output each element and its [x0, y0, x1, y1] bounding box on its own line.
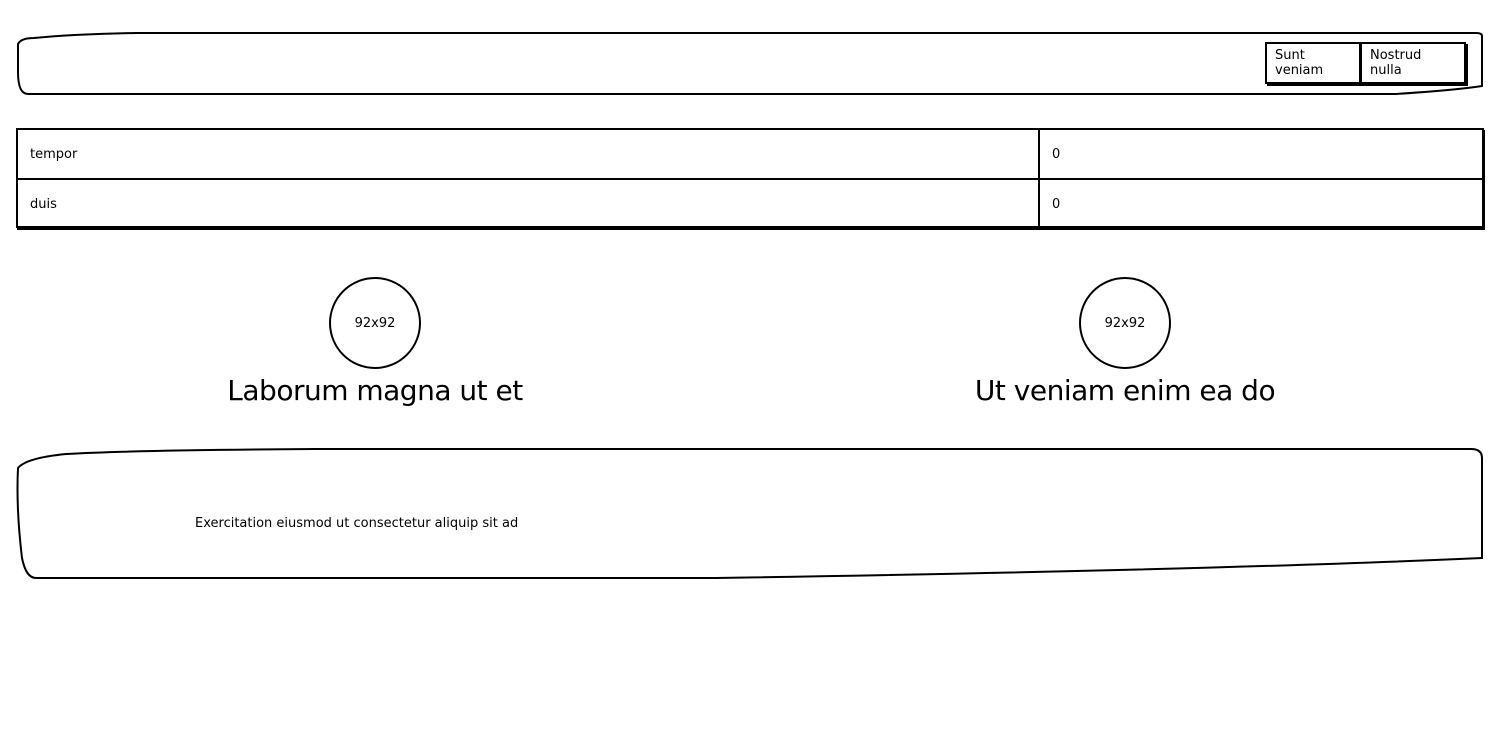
image-placeholder-label: 92x92 [354, 315, 396, 331]
feature-card: 92x92 Ut veniam enim ea do [925, 277, 1325, 411]
footer-panel: Exercitation eiusmod ut consectetur aliq… [16, 448, 1484, 580]
footer-frame [16, 448, 1483, 579]
image-placeholder-label: 92x92 [1104, 315, 1146, 331]
data-table: tempor 0 duis 0 [16, 128, 1484, 228]
sunt-veniam-button[interactable]: Sunt veniam [1265, 42, 1361, 84]
header-button-group: Sunt veniam Nostrud nulla [1265, 42, 1466, 84]
page: Sunt veniam Nostrud nulla tempor 0 duis … [0, 0, 1500, 752]
table-row: tempor 0 [18, 130, 1482, 180]
header-frame [17, 32, 1483, 95]
footer-text: Exercitation eiusmod ut consectetur aliq… [195, 516, 519, 531]
table-cell-name: tempor [18, 130, 1040, 180]
feature-card: 92x92 Laborum magna ut et [175, 277, 575, 411]
feature-title: Laborum magna ut et [227, 374, 523, 407]
table-cell-value: 0 [1038, 178, 1482, 228]
image-placeholder: 92x92 [329, 277, 421, 369]
header-bar: Sunt veniam Nostrud nulla [16, 32, 1484, 96]
table-cell-value: 0 [1038, 130, 1482, 180]
table-cell-name: duis [18, 178, 1040, 228]
feature-title: Ut veniam enim ea do [974, 374, 1276, 407]
image-placeholder: 92x92 [1079, 277, 1171, 369]
nostrud-nulla-button[interactable]: Nostrud nulla [1360, 42, 1466, 84]
table-row: duis 0 [18, 178, 1482, 228]
